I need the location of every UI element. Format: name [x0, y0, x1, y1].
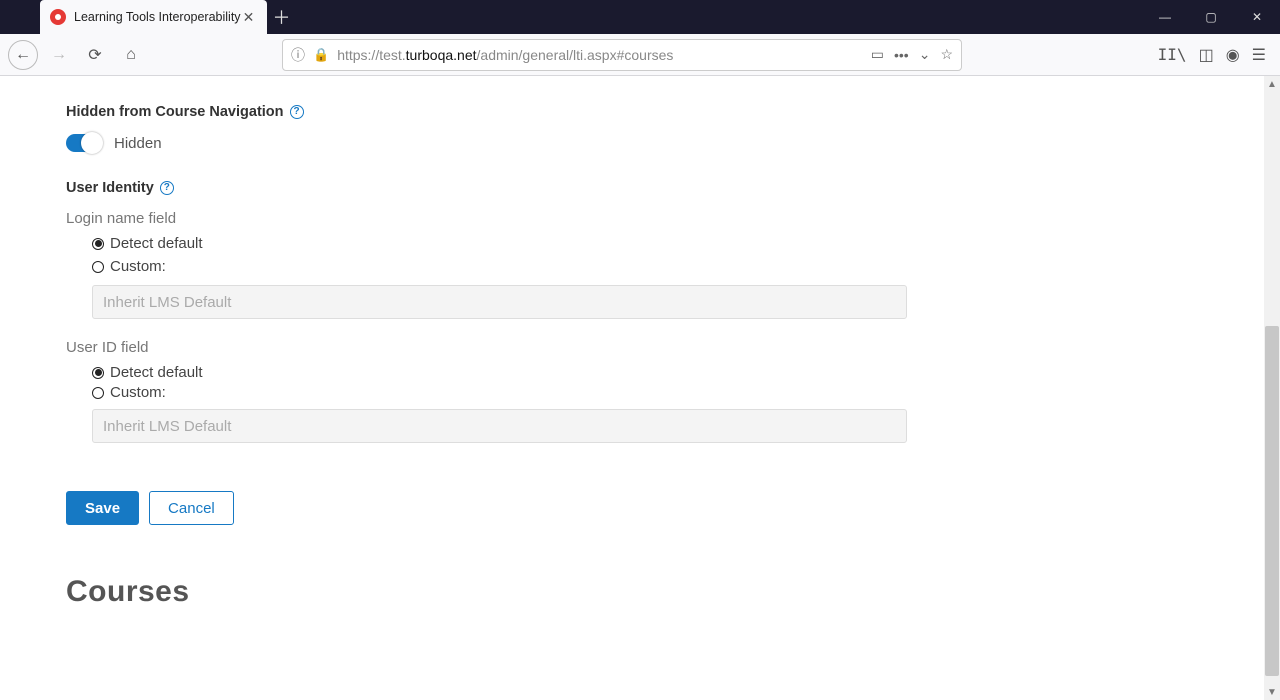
login-custom-radio[interactable]: Custom:	[92, 258, 940, 275]
browser-chrome: Learning Tools Interoperability ✕ ＋ — ▢ …	[0, 0, 1280, 76]
userid-custom-input-wrap	[92, 409, 907, 443]
titlebar: Learning Tools Interoperability ✕ ＋ — ▢ …	[0, 0, 1280, 34]
nav-back-button[interactable]: ←	[8, 40, 38, 70]
login-custom-input-wrap	[92, 285, 907, 319]
cancel-button[interactable]: Cancel	[149, 491, 234, 525]
radio-icon	[92, 387, 104, 399]
url-bar[interactable]: ⓘ 🔒 https://test.turboqa.net/admin/gener…	[282, 39, 962, 71]
tab-close-icon[interactable]: ✕	[241, 9, 257, 25]
help-icon[interactable]: ?	[160, 181, 174, 195]
tab-title: Learning Tools Interoperability	[74, 10, 241, 24]
page-viewport: Hidden from Course Navigation ? Hidden U…	[0, 76, 1280, 700]
vertical-scrollbar[interactable]: ▲ ▼	[1264, 76, 1280, 700]
login-name-radio-group: Detect default Custom:	[66, 235, 940, 275]
userid-custom-radio[interactable]: Custom:	[92, 384, 940, 401]
browser-toolbar: ← → ⟳ ⌂ ⓘ 🔒 https://test.turboqa.net/adm…	[0, 34, 1280, 76]
scroll-down-icon[interactable]: ▼	[1264, 684, 1280, 700]
radio-icon	[92, 238, 104, 250]
user-identity-title-text: User Identity	[66, 180, 154, 196]
url-host: turboqa.net	[406, 47, 477, 63]
userid-custom-input[interactable]	[92, 409, 907, 443]
nav-forward-button[interactable]: →	[44, 40, 74, 70]
url-prefix: https://test.	[337, 47, 405, 63]
courses-heading: Courses	[66, 575, 940, 609]
login-custom-input[interactable]	[92, 285, 907, 319]
radio-label: Detect default	[110, 235, 203, 252]
url-text: https://test.turboqa.net/admin/general/l…	[337, 47, 863, 63]
hidden-nav-title-text: Hidden from Course Navigation	[66, 104, 284, 120]
window-minimize-icon[interactable]: —	[1142, 0, 1188, 34]
sidebar-icon[interactable]: ◫	[1199, 45, 1214, 65]
library-icon[interactable]: II\	[1158, 45, 1187, 64]
site-info-icon[interactable]: ⓘ	[291, 45, 305, 65]
scroll-up-icon[interactable]: ▲	[1264, 76, 1280, 92]
help-icon[interactable]: ?	[290, 105, 304, 119]
radio-icon	[92, 367, 104, 379]
hidden-toggle-row: Hidden	[66, 134, 940, 152]
form-actions: Save Cancel	[66, 491, 940, 525]
hidden-toggle-label: Hidden	[114, 135, 162, 152]
hidden-toggle[interactable]	[66, 134, 102, 152]
window-controls: — ▢ ✕	[1142, 0, 1280, 34]
user-identity-heading: User Identity ?	[66, 180, 940, 196]
radio-label: Detect default	[110, 364, 203, 381]
url-path: /admin/general/lti.aspx#courses	[477, 47, 674, 63]
scrollbar-thumb[interactable]	[1265, 326, 1279, 676]
page-actions-icon[interactable]: •••	[894, 47, 909, 63]
radio-label: Custom:	[110, 384, 166, 401]
favicon-icon	[50, 9, 66, 25]
nav-reload-button[interactable]: ⟳	[80, 40, 110, 70]
radio-icon	[92, 261, 104, 273]
window-close-icon[interactable]: ✕	[1234, 0, 1280, 34]
login-detect-default-radio[interactable]: Detect default	[92, 235, 940, 252]
userid-detect-default-radio[interactable]: Detect default	[92, 364, 940, 381]
pocket-icon[interactable]: ⌄	[919, 46, 931, 63]
hidden-nav-heading: Hidden from Course Navigation ?	[66, 104, 940, 120]
login-name-label: Login name field	[66, 210, 940, 227]
reader-mode-icon[interactable]: ▭	[871, 46, 884, 63]
userid-radio-group: Detect default Custom:	[66, 364, 940, 401]
save-button[interactable]: Save	[66, 491, 139, 525]
radio-label: Custom:	[110, 258, 166, 275]
new-tab-button[interactable]: ＋	[267, 0, 297, 34]
browser-tab[interactable]: Learning Tools Interoperability ✕	[40, 0, 267, 34]
lock-icon: 🔒	[313, 47, 329, 63]
userid-label: User ID field	[66, 339, 940, 356]
nav-home-button[interactable]: ⌂	[116, 40, 146, 70]
menu-icon[interactable]: ☰	[1252, 45, 1266, 65]
page-content: Hidden from Course Navigation ? Hidden U…	[0, 76, 940, 649]
account-icon[interactable]: ◉	[1226, 45, 1240, 65]
bookmark-star-icon[interactable]: ☆	[940, 46, 953, 63]
window-maximize-icon[interactable]: ▢	[1188, 0, 1234, 34]
